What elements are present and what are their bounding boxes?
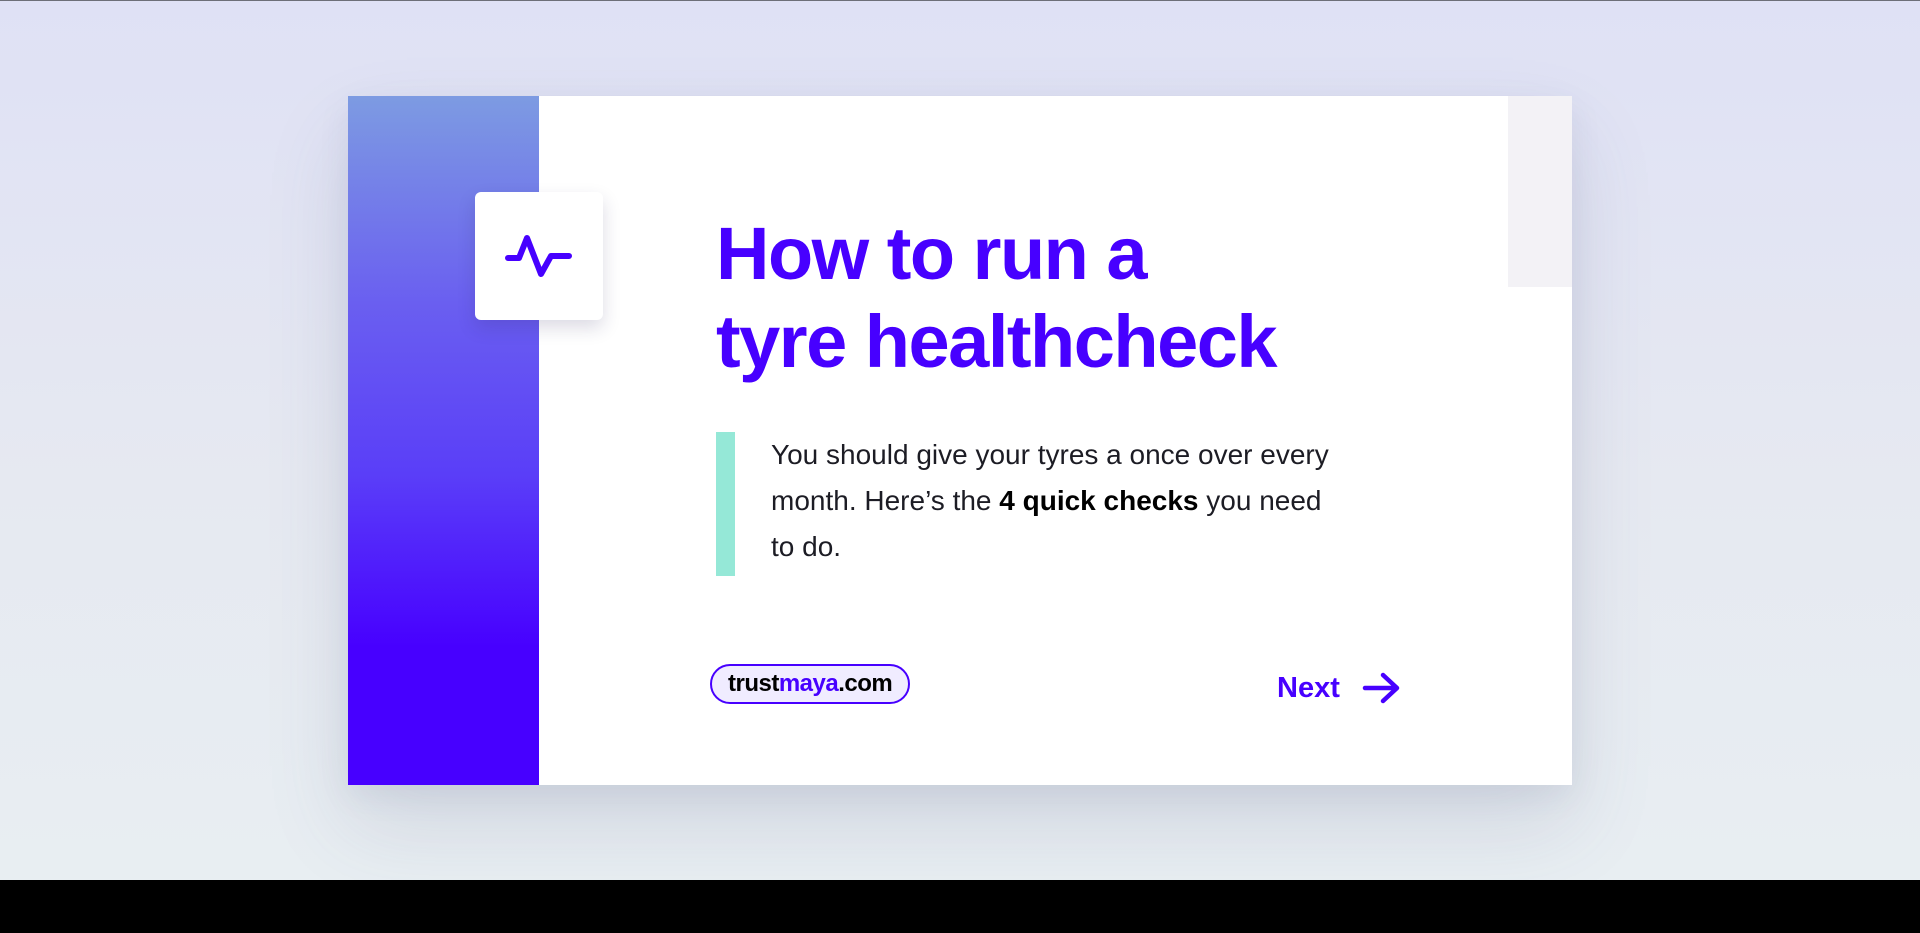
description-text: You should give your tyres a once over e…	[771, 432, 1331, 570]
brand-part-domain: .com	[838, 670, 893, 697]
icon-tile	[475, 192, 603, 320]
quote-accent-bar	[716, 432, 735, 576]
pulse-icon	[505, 235, 572, 277]
description-highlight: 4 quick checks	[999, 485, 1199, 516]
arrow-right-icon	[1362, 672, 1400, 704]
title-line-2: tyre healthcheck	[716, 300, 1278, 383]
next-label: Next	[1277, 671, 1340, 704]
next-button[interactable]: Next	[1277, 666, 1402, 710]
title-line-1: How to run a	[716, 212, 1148, 295]
page-background: How to run a tyre healthcheck You should…	[0, 1, 1920, 880]
corner-tab	[1508, 96, 1572, 287]
brand-part-trust: trust	[728, 670, 779, 697]
intro-card: How to run a tyre healthcheck You should…	[348, 96, 1572, 785]
brand-link[interactable]: trust maya .com	[710, 664, 911, 704]
brand-part-maya: maya	[778, 670, 839, 697]
page-title: How to run a tyre healthcheck	[716, 210, 1336, 386]
